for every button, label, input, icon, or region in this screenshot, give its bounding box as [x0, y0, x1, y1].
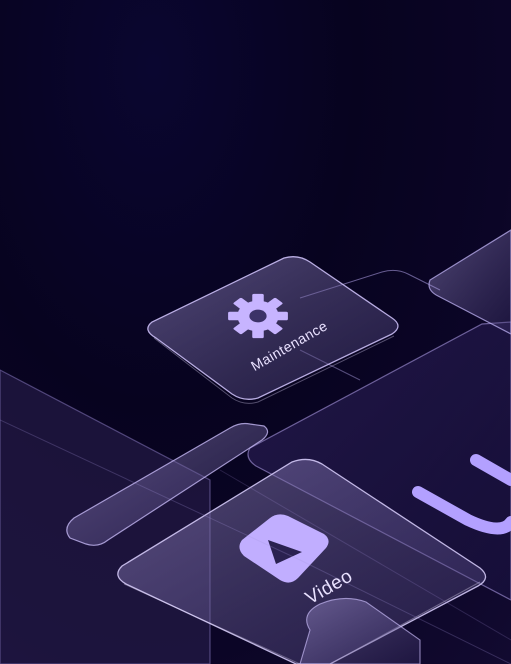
gear-icon	[228, 293, 288, 339]
isometric-scene: Maintenance Video	[0, 0, 511, 664]
scene-graphics	[0, 229, 511, 664]
top-right-tile	[428, 229, 511, 335]
